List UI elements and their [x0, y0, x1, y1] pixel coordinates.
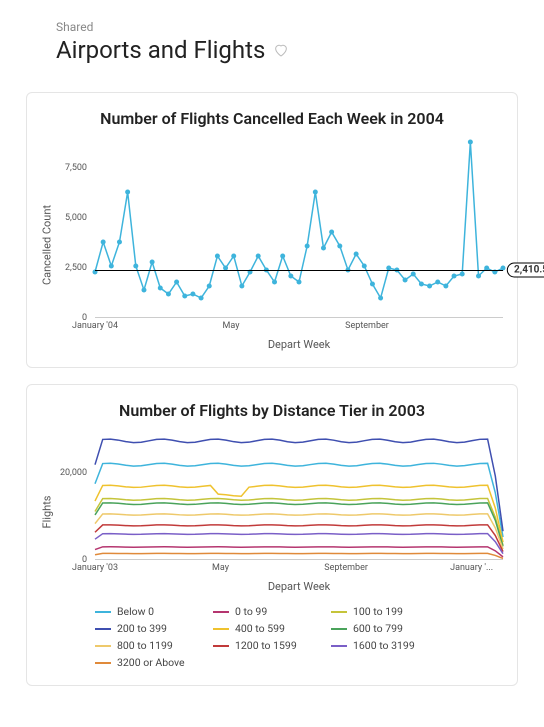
chart1-ytick: 5,000 [65, 213, 87, 223]
legend-item[interactable]: 100 to 199 [331, 605, 431, 618]
heart-icon[interactable] [273, 42, 289, 58]
chart2-legend: Below 0 0 to 99 100 to 199 200 to 399 400 to… [95, 605, 503, 669]
legend-item[interactable]: Below 0 [95, 605, 195, 618]
legend-swatch [331, 645, 347, 647]
page-title: Airports and Flights [56, 36, 265, 64]
chart-card-distance-tier: Number of Flights by Distance Tier in 20… [26, 384, 518, 686]
legend-label: Below 0 [117, 605, 154, 618]
legend-swatch [213, 628, 229, 630]
chart2-xtick: September [324, 559, 368, 573]
chart1-xtick: January '04 [72, 317, 118, 331]
legend-item[interactable]: 0 to 99 [213, 605, 313, 618]
chart2-plot: 020,000January '03MaySeptemberJanuary '.… [95, 430, 503, 560]
chart2-title: Number of Flights by Distance Tier in 20… [41, 401, 503, 420]
legend-label: 600 to 799 [353, 622, 403, 635]
chart1-reference-line [95, 270, 503, 271]
chart1-ylabel: Cancelled Count [41, 204, 54, 284]
legend-swatch [213, 645, 229, 647]
legend-item[interactable]: 1200 to 1599 [213, 639, 313, 652]
chart-card-cancellations: Number of Flights Cancelled Each Week in… [26, 92, 518, 368]
legend-label: 800 to 1199 [117, 639, 173, 652]
legend-item[interactable]: 400 to 599 [213, 622, 313, 635]
legend-swatch [95, 611, 111, 613]
dashboard-header: Shared Airports and Flights [8, 20, 536, 76]
legend-label: 1200 to 1599 [235, 639, 297, 652]
legend-item[interactable]: 1600 to 3199 [331, 639, 431, 652]
chart1-plot: 2,410.51 02,5005,0007,500January '04MayS… [95, 138, 503, 318]
legend-label: 1600 to 3199 [353, 639, 415, 652]
chart2-xlabel: Depart Week [95, 580, 503, 593]
legend-swatch [331, 628, 347, 630]
legend-swatch [95, 662, 111, 664]
legend-label: 0 to 99 [235, 605, 267, 618]
chart1-xtick: May [223, 317, 240, 331]
legend-item[interactable]: 200 to 399 [95, 622, 195, 635]
legend-label: 3200 or Above [117, 656, 185, 669]
chart1-xlabel: Depart Week [95, 338, 503, 351]
legend-label: 200 to 399 [117, 622, 167, 635]
legend-swatch [95, 628, 111, 630]
shared-label: Shared [56, 20, 488, 34]
legend-label: 100 to 199 [353, 605, 403, 618]
legend-swatch [213, 611, 229, 613]
legend-label: 400 to 599 [235, 622, 285, 635]
legend-swatch [95, 645, 111, 647]
chart1-xtick: September [345, 317, 389, 331]
chart2-xtick: May [212, 559, 229, 573]
legend-swatch [331, 611, 347, 613]
chart1-title: Number of Flights Cancelled Each Week in… [41, 109, 503, 128]
chart1-ytick: 2,500 [65, 263, 87, 273]
legend-item[interactable]: 3200 or Above [95, 656, 195, 669]
chart2-ytick: 20,000 [60, 468, 87, 478]
chart1-ytick: 7,500 [65, 163, 87, 173]
chart2-xtick: January '03 [72, 559, 118, 573]
legend-item[interactable]: 600 to 799 [331, 622, 431, 635]
chart2-xtick: January '... [450, 559, 493, 573]
chart2-ylabel: Flights [41, 495, 54, 528]
legend-item[interactable]: 800 to 1199 [95, 639, 195, 652]
chart1-reference-badge: 2,410.51 [507, 262, 544, 277]
